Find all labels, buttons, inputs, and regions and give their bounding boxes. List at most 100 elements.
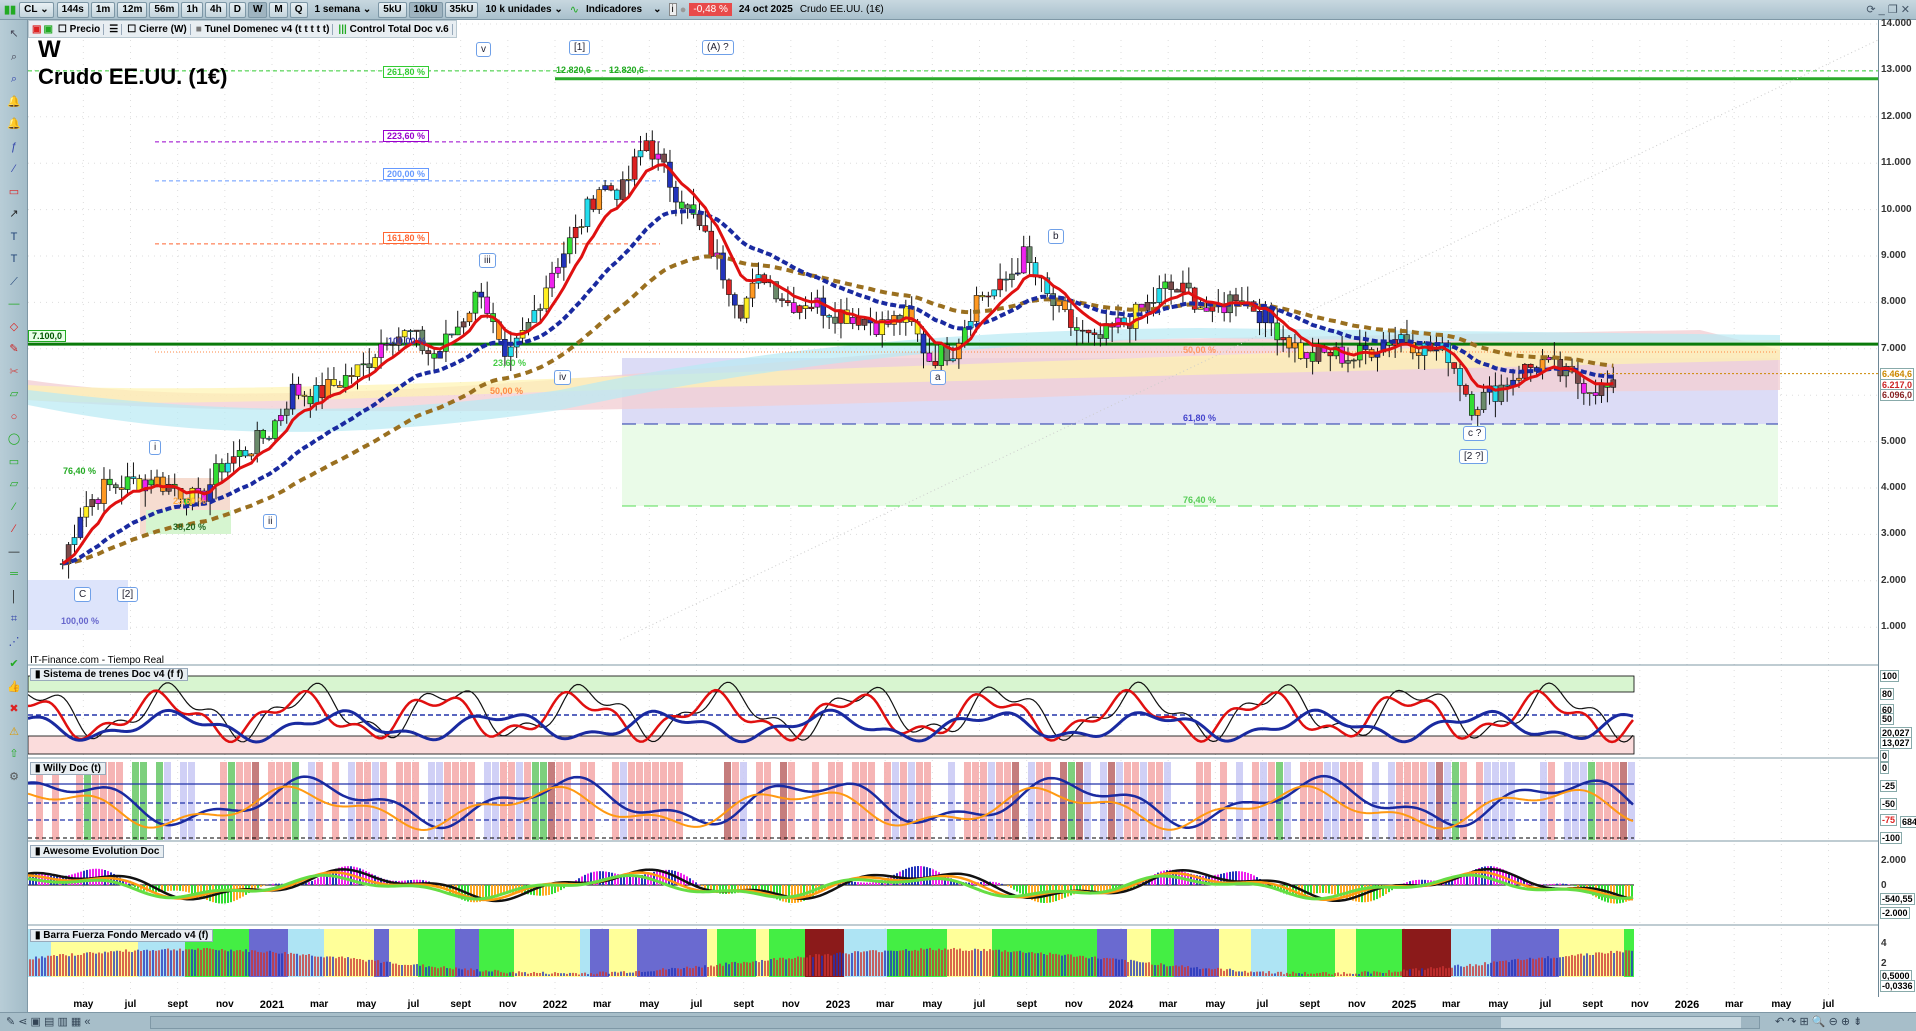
willy-stripe [1540, 762, 1547, 840]
price-marker: 6.464,6 [1880, 367, 1915, 380]
tool-icon-23[interactable]: — [7, 546, 21, 558]
time-tick: mar [875, 999, 895, 1010]
tool-icon-22[interactable]: ∕ [7, 523, 21, 535]
candle-body [826, 315, 832, 318]
info-icon[interactable]: i [668, 3, 677, 16]
tool-icon-12[interactable]: — [7, 298, 21, 310]
time-tick: may [639, 999, 660, 1010]
price-tick: 2.000 [1881, 574, 1907, 586]
willy-stripe [1404, 762, 1411, 840]
willy-stripe [452, 762, 459, 840]
candle-body [1156, 288, 1163, 303]
tool-icon-1[interactable]: ⌕ [7, 51, 21, 63]
tool-icon-4[interactable]: 🔔 [7, 118, 21, 130]
willy-stripe [1036, 762, 1043, 840]
price-chart-canvas[interactable] [0, 0, 1916, 1031]
window-controls[interactable]: ⟳ _ ❐ ✕ [1866, 3, 1916, 16]
interval-button-56m[interactable]: 56m [149, 1, 180, 18]
interval-button-1h[interactable]: 1h [181, 1, 204, 18]
data-source-label: IT-Finance.com - Tiempo Real [30, 655, 164, 666]
candle-body [378, 343, 384, 358]
tool-icon-6[interactable]: ⁄ [7, 163, 21, 175]
tool-icon-15[interactable]: ✂ [7, 366, 21, 378]
legend-item-control-total[interactable]: ||| Control Total Doc v.6 [335, 23, 453, 35]
tool-icon-8[interactable]: ↗ [7, 208, 21, 220]
tool-icon-10[interactable]: T [7, 253, 21, 265]
fib-label: 161,80 % [383, 232, 430, 244]
unit-button-10kU[interactable]: 10kU [408, 1, 443, 18]
candle-body [1168, 281, 1174, 290]
interval-button-12m[interactable]: 12m [117, 1, 148, 18]
tool-icon-13[interactable]: ◇ [7, 321, 21, 333]
tool-icon-33[interactable]: ⚙ [7, 771, 21, 783]
panel-title-sistema-trenes[interactable]: ▮ Sistema de trenes Doc v4 (f f) [30, 668, 189, 681]
tool-icon-21[interactable]: ⁄ [7, 501, 21, 513]
price-tick: 11.000 [1881, 157, 1912, 169]
interval-button-144s[interactable]: 144s [56, 1, 89, 18]
candle-body [661, 153, 667, 163]
price-tick: 14.000 [1881, 18, 1912, 29]
candle-body [1298, 342, 1304, 359]
bottom-tool-icons[interactable]: ✎ ⋖ ▣ ▤ ▥ ▦ « [6, 1015, 90, 1028]
chart-type-icon[interactable]: ▮▮ [4, 3, 16, 16]
zoom-controls[interactable]: ↶ ↷ ⊞ 🔍 ⊖ ⊕ ⇟ [1775, 1015, 1862, 1028]
remove-indicator-icon[interactable]: ▣ [32, 24, 41, 35]
candle-body [1309, 352, 1316, 362]
time-tick: nov [1630, 999, 1649, 1010]
tool-icon-3[interactable]: 🔔 [7, 96, 21, 108]
tool-icon-16[interactable]: ▱ [7, 388, 21, 400]
units-select[interactable]: 10 k unidades ⌄ [481, 4, 566, 15]
interval-button-Q[interactable]: Q [289, 1, 308, 18]
tool-icon-20[interactable]: ▱ [7, 478, 21, 490]
legend-list-icon[interactable]: ☰ [106, 23, 123, 35]
unit-button-5kU[interactable]: 5kU [378, 1, 407, 18]
interval-button-W[interactable]: W [247, 1, 268, 18]
tool-icon-5[interactable]: ƒ [7, 141, 21, 153]
candle-body [566, 237, 573, 255]
scrollbar-thumb[interactable] [1501, 1017, 1741, 1028]
tool-icon-24[interactable]: ═ [7, 568, 21, 580]
legend-item-tunel[interactable]: ■ Tunel Domenec v4 (t t t t t) [193, 23, 334, 35]
tool-icon-11[interactable]: ⟋ [7, 276, 21, 288]
add-indicator-icon[interactable]: ▣ [43, 24, 52, 35]
panel-title-barra-fuerza[interactable]: ▮ Barra Fuerza Fondo Mercado v4 (f) [30, 929, 214, 942]
legend-item-cierre[interactable]: ☐ Cierre (W) [124, 23, 191, 35]
barra-band [1322, 929, 1335, 977]
symbol-select[interactable]: CL ⌄ [19, 1, 54, 18]
panel-title-awesome[interactable]: ▮ Awesome Evolution Doc [30, 845, 165, 858]
candle-body [1592, 392, 1599, 396]
willy-stripe [628, 762, 635, 840]
candle-body [224, 462, 231, 473]
willy-stripe [492, 762, 499, 840]
tool-icon-2[interactable]: ⌕ [7, 73, 21, 85]
interval-button-4h[interactable]: 4h [205, 1, 227, 18]
tool-icon-29[interactable]: 👍 [7, 681, 21, 693]
tool-icon-14[interactable]: ✎ [7, 343, 21, 355]
tool-icon-18[interactable]: ◯ [7, 433, 21, 445]
tool-icon-17[interactable]: ○ [7, 411, 21, 423]
tool-icon-32[interactable]: ⇧ [7, 748, 21, 760]
tool-icon-9[interactable]: T [7, 231, 21, 243]
horizontal-scrollbar[interactable] [150, 1016, 1760, 1029]
tool-icon-27[interactable]: ⋰ [7, 636, 21, 648]
panel-title-willy[interactable]: ▮ Willy Doc (t) [30, 762, 106, 775]
tool-icon-31[interactable]: ⚠ [7, 726, 21, 738]
tool-icon-25[interactable]: │ [7, 591, 21, 603]
candle-body [354, 364, 361, 377]
interval-button-M[interactable]: M [269, 1, 288, 18]
tool-icon-7[interactable]: ▭ [7, 186, 21, 198]
legend-item-precio[interactable]: ☐ Precio [55, 23, 105, 35]
interval-button-D[interactable]: D [228, 1, 246, 18]
tool-icon-28[interactable]: ✔ [7, 658, 21, 670]
tool-icon-26[interactable]: ⌗ [7, 613, 21, 625]
indicators-button[interactable]: Indicadores [582, 4, 646, 15]
tool-icon-0[interactable]: ↖ [7, 28, 21, 40]
willy-stripe [1316, 762, 1323, 840]
tool-icon-30[interactable]: ✖ [7, 703, 21, 715]
period-select[interactable]: 1 semana ⌄ [311, 4, 376, 15]
tool-icon-19[interactable]: ▭ [7, 456, 21, 468]
willy-stripe [1300, 762, 1307, 840]
unit-button-35kU[interactable]: 35kU [444, 1, 479, 18]
indicators-dropdown[interactable]: ⌄ [649, 4, 665, 15]
interval-button-1m[interactable]: 1m [90, 1, 116, 18]
